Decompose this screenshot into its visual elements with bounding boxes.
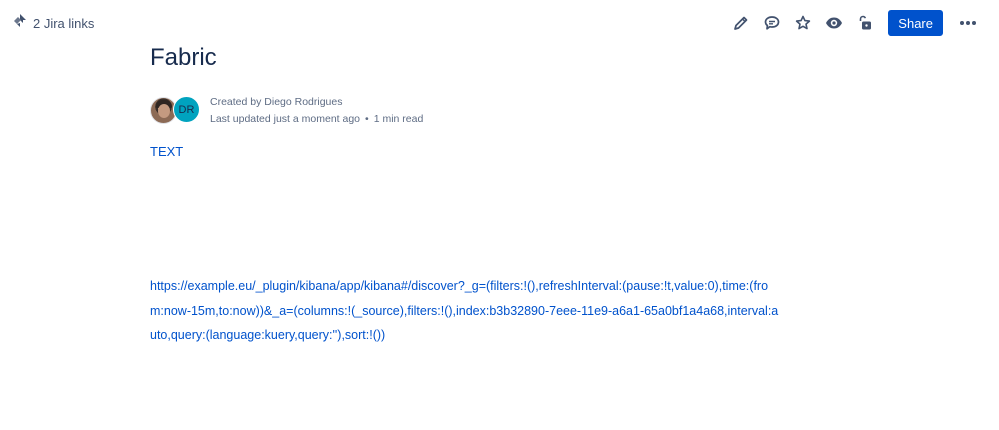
avatar-initials[interactable]: DR [173,96,200,123]
edit-button[interactable] [728,10,754,36]
separator: • [365,112,369,125]
eye-icon [825,16,843,30]
contributor-avatars[interactable]: DR [150,95,202,125]
page-actions: Share [727,10,981,36]
last-updated-line: Last updated just a moment ago • 1 min rea… [210,113,423,125]
comment-icon [764,15,780,31]
last-updated[interactable]: Last updated just a moment ago [210,113,360,125]
star-icon [795,15,811,31]
more-actions-button[interactable] [955,10,981,36]
restrictions-button[interactable] [852,10,878,36]
jira-links[interactable]: 2 Jira links [13,14,94,33]
page-title: Fabric [150,44,217,71]
jira-icon [13,14,27,33]
page-metadata: Created by Diego Rodrigues Last updated … [210,96,423,125]
unlock-icon [857,15,873,31]
pencil-icon [733,15,749,31]
page-content: TEXT [150,143,790,161]
created-by: Created by Diego Rodrigues [210,95,343,108]
kibana-url-link[interactable]: https://example.eu/_plugin/kibana/app/ki… [150,274,780,348]
comment-button[interactable] [759,10,785,36]
watch-button[interactable] [821,10,847,36]
read-time: 1 min read [373,112,424,125]
more-icon [959,20,977,26]
star-button[interactable] [790,10,816,36]
share-button[interactable]: Share [888,10,943,36]
jira-links-label: 2 Jira links [33,16,95,31]
byline: DR Created by Diego Rodrigues Last updat… [150,95,423,125]
text-link[interactable]: TEXT [150,144,183,159]
